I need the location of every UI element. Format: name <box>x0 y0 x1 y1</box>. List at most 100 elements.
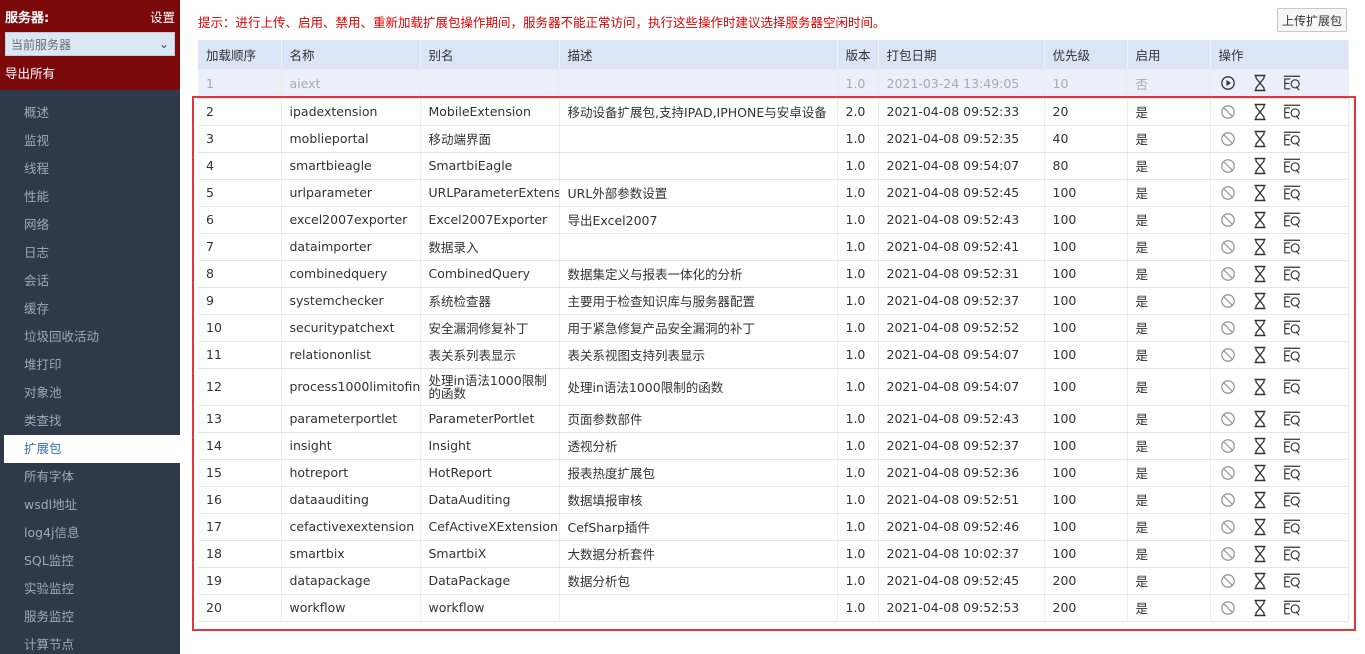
table-row[interactable]: 18 smartbix SmartbiX 大数据分析套件 1.0 2021-04-08 1… <box>198 540 1349 568</box>
disable-icon[interactable] <box>1219 599 1237 617</box>
eq-search-icon[interactable] <box>1283 491 1301 509</box>
disable-icon[interactable] <box>1219 238 1237 256</box>
disable-icon[interactable] <box>1219 265 1237 283</box>
disable-icon[interactable] <box>1219 378 1237 396</box>
table-row[interactable]: 2 ipadextension MobileExtension 移动设备扩展包,支持I… <box>198 98 1349 126</box>
column-header-4[interactable]: 版本 <box>837 40 879 69</box>
eq-search-icon[interactable] <box>1283 265 1301 283</box>
disable-icon[interactable] <box>1219 346 1237 364</box>
sidebar-item-19[interactable]: 计算节点 <box>0 631 180 654</box>
sidebar-item-9[interactable]: 堆打印 <box>0 351 180 379</box>
column-header-5[interactable]: 打包日期 <box>878 40 1045 69</box>
hourglass-icon[interactable] <box>1251 518 1269 536</box>
eq-search-icon[interactable] <box>1283 572 1301 590</box>
disable-icon[interactable] <box>1219 410 1237 428</box>
table-row[interactable]: 10 securitypatchext 安全漏洞修复补丁 用于紧急修复产品安全漏洞的补… <box>198 314 1349 342</box>
disable-icon[interactable] <box>1219 211 1237 229</box>
eq-search-icon[interactable] <box>1283 464 1301 482</box>
table-row[interactable]: 8 combinedquery CombinedQuery 数据集定义与报表一体化的分… <box>198 260 1349 288</box>
eq-search-icon[interactable] <box>1283 437 1301 455</box>
disable-icon[interactable] <box>1219 491 1237 509</box>
sidebar-item-14[interactable]: wsdl地址 <box>0 491 180 519</box>
disable-icon[interactable] <box>1219 292 1237 310</box>
table-row[interactable]: 20 workflow workflow 1.0 2021-04-08 09:52:53… <box>198 594 1349 622</box>
hourglass-icon[interactable] <box>1251 378 1269 396</box>
export-all-link[interactable]: 导出所有 <box>5 63 175 82</box>
table-row[interactable]: 4 smartbieagle SmartbiEagle 1.0 2021-04-08 0… <box>198 152 1349 180</box>
eq-search-icon[interactable] <box>1283 184 1301 202</box>
table-row[interactable]: 5urlparameterURLParameterExtensionURL外部参… <box>198 179 1349 207</box>
table-row[interactable]: 16 dataauditing DataAuditing 数据填报审核 1.0 2021-… <box>198 486 1349 514</box>
column-header-1[interactable]: 名称 <box>281 40 421 69</box>
table-row[interactable]: 15 hotreport HotReport 报表热度扩展包 1.0 2021-04-08… <box>198 459 1349 487</box>
upload-extension-button[interactable]: 上传扩展包 <box>1277 8 1347 32</box>
disable-icon[interactable] <box>1219 572 1237 590</box>
sidebar-item-8[interactable]: 垃圾回收活动 <box>0 323 180 351</box>
hourglass-icon[interactable] <box>1251 599 1269 617</box>
table-row[interactable]: 14 insight Insight 透视分析 1.0 2021-04-08 09:52:… <box>198 432 1349 460</box>
eq-search-icon[interactable] <box>1283 545 1301 563</box>
hourglass-icon[interactable] <box>1251 319 1269 337</box>
eq-search-icon[interactable] <box>1283 103 1301 121</box>
hourglass-icon[interactable] <box>1251 346 1269 364</box>
table-row[interactable]: 11 relationonlist 表关系列表显示 表关系视图支持列表显示 1.0 202… <box>198 341 1349 369</box>
eq-search-icon[interactable] <box>1283 130 1301 148</box>
hourglass-icon[interactable] <box>1251 464 1269 482</box>
sidebar-item-4[interactable]: 网络 <box>0 211 180 239</box>
hourglass-icon[interactable] <box>1251 184 1269 202</box>
sidebar-item-16[interactable]: SQL监控 <box>0 547 180 575</box>
eq-search-icon[interactable] <box>1283 518 1301 536</box>
hourglass-icon[interactable] <box>1251 437 1269 455</box>
table-row[interactable]: 12 process1000limitofin 处理in语法1000限制的函数 处理i… <box>198 368 1349 406</box>
sidebar-item-7[interactable]: 缓存 <box>0 295 180 323</box>
disable-icon[interactable] <box>1219 130 1237 148</box>
hourglass-icon[interactable] <box>1251 211 1269 229</box>
sidebar-item-13[interactable]: 所有字体 <box>0 463 180 491</box>
sidebar-item-1[interactable]: 监视 <box>0 127 180 155</box>
disable-icon[interactable] <box>1219 103 1237 121</box>
eq-search-icon[interactable] <box>1283 74 1301 92</box>
table-row[interactable]: 17 cefactivexextension CefActiveXExtension… <box>198 513 1349 541</box>
eq-search-icon[interactable] <box>1283 319 1301 337</box>
sidebar-item-17[interactable]: 实验监控 <box>0 575 180 603</box>
sidebar-item-2[interactable]: 线程 <box>0 155 180 183</box>
server-select[interactable]: 当前服务器 ⌄ <box>5 32 175 56</box>
hourglass-icon[interactable] <box>1251 410 1269 428</box>
table-row[interactable]: 7 dataimporter 数据录入 1.0 2021-04-08 09:52:41 1… <box>198 233 1349 261</box>
column-header-0[interactable]: 加载顺序 <box>198 40 282 69</box>
hourglass-icon[interactable] <box>1251 292 1269 310</box>
column-header-7[interactable]: 启用 <box>1127 40 1211 69</box>
hourglass-icon[interactable] <box>1251 545 1269 563</box>
disable-icon[interactable] <box>1219 518 1237 536</box>
eq-search-icon[interactable] <box>1283 211 1301 229</box>
sidebar-item-11[interactable]: 类查找 <box>0 407 180 435</box>
table-row[interactable]: 1 aiext 1.0 2021-03-24 13:49:05 10 否 <box>198 69 1349 99</box>
hourglass-icon[interactable] <box>1251 130 1269 148</box>
hourglass-icon[interactable] <box>1251 491 1269 509</box>
column-header-8[interactable]: 操作 <box>1210 40 1349 69</box>
hourglass-icon[interactable] <box>1251 265 1269 283</box>
disable-icon[interactable] <box>1219 437 1237 455</box>
sidebar-item-3[interactable]: 性能 <box>0 183 180 211</box>
settings-link[interactable]: 设置 <box>150 7 175 26</box>
eq-search-icon[interactable] <box>1283 238 1301 256</box>
table-row[interactable]: 13 parameterportlet ParameterPortlet 页面参数部件… <box>198 405 1349 433</box>
hourglass-icon[interactable] <box>1251 74 1269 92</box>
sidebar-item-0[interactable]: 概述 <box>0 99 180 127</box>
disable-icon[interactable] <box>1219 157 1237 175</box>
eq-search-icon[interactable] <box>1283 157 1301 175</box>
disable-icon[interactable] <box>1219 545 1237 563</box>
disable-icon[interactable] <box>1219 184 1237 202</box>
column-header-3[interactable]: 描述 <box>559 40 838 69</box>
eq-search-icon[interactable] <box>1283 378 1301 396</box>
disable-icon[interactable] <box>1219 464 1237 482</box>
sidebar-item-12[interactable]: 扩展包 <box>4 435 180 463</box>
sidebar-item-5[interactable]: 日志 <box>0 239 180 267</box>
hourglass-icon[interactable] <box>1251 572 1269 590</box>
sidebar-item-15[interactable]: log4j信息 <box>0 519 180 547</box>
hourglass-icon[interactable] <box>1251 103 1269 121</box>
table-row[interactable]: 6 excel2007exporter Excel2007Exporter 导出Exc… <box>198 206 1349 234</box>
sidebar-item-10[interactable]: 对象池 <box>0 379 180 407</box>
sidebar-item-6[interactable]: 会话 <box>0 267 180 295</box>
eq-search-icon[interactable] <box>1283 346 1301 364</box>
